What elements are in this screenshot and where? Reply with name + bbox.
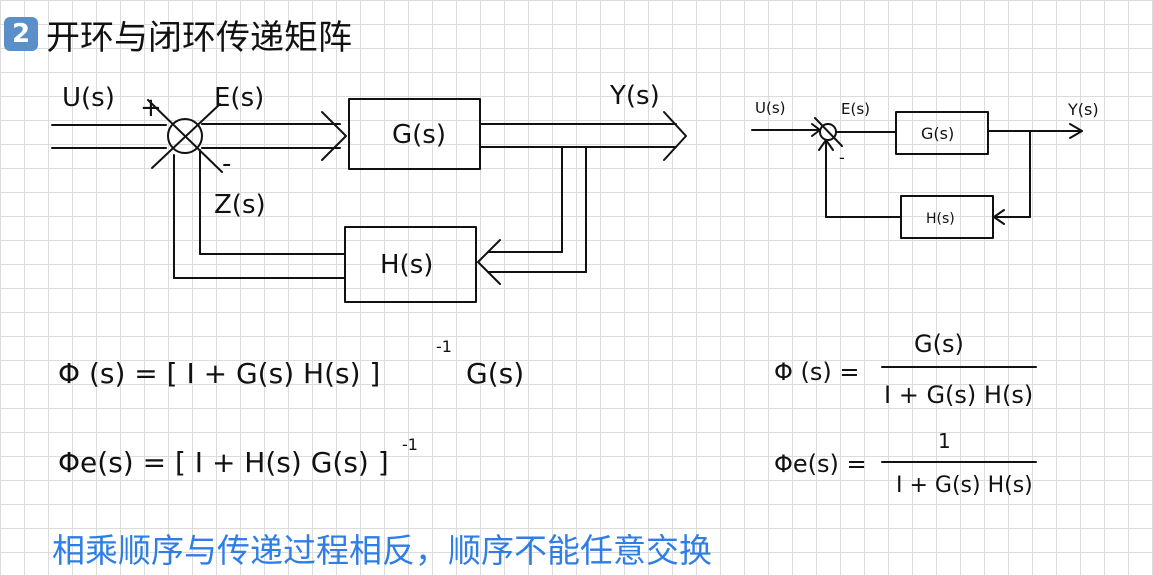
left-phie-formula: Φe(s) = [ I + H(s) G(s) ] [58, 446, 389, 479]
left-minus-sign: - [222, 149, 231, 179]
left-g-label: G(s) [392, 120, 446, 150]
right-minus-sign: - [839, 148, 845, 167]
right-output-label: Y(s) [1067, 100, 1099, 119]
left-phi-tail: G(s) [466, 357, 524, 390]
right-phie-lhs: Φe(s) = [774, 450, 867, 478]
left-h-label: H(s) [380, 250, 433, 280]
left-output-label: Y(s) [609, 81, 660, 111]
note-text: 相乘顺序与传递过程相反，顺序不能任意交换 [52, 531, 712, 570]
left-diagram [51, 98, 687, 303]
right-phie-denominator: I + G(s) H(s) [896, 473, 1033, 498]
left-phi-formula: Φ (s) = [ I + G(s) H(s) ] [58, 357, 380, 390]
left-phi-exponent: -1 [436, 337, 452, 356]
left-error-label: E(s) [214, 83, 264, 113]
right-diagram [751, 111, 1083, 239]
right-g-label: G(s) [921, 124, 954, 143]
right-phi-numerator: G(s) [914, 330, 964, 358]
left-input-label: U(s) [62, 83, 115, 113]
right-error-label: E(s) [841, 100, 870, 118]
left-feedback-label: Z(s) [214, 190, 266, 220]
right-phi-lhs: Φ (s) = [774, 358, 860, 386]
left-phie-exponent: -1 [402, 435, 418, 454]
right-input-label: U(s) [755, 99, 786, 117]
right-phi-denominator: I + G(s) H(s) [884, 381, 1033, 409]
left-plus-sign: + [140, 93, 162, 123]
right-phie-numerator: 1 [938, 429, 951, 453]
right-h-label: H(s) [926, 211, 955, 227]
block-diagrams: U(s) + E(s) - Z(s) G(s) Y(s) H(s) U(s) E… [51, 81, 1099, 498]
